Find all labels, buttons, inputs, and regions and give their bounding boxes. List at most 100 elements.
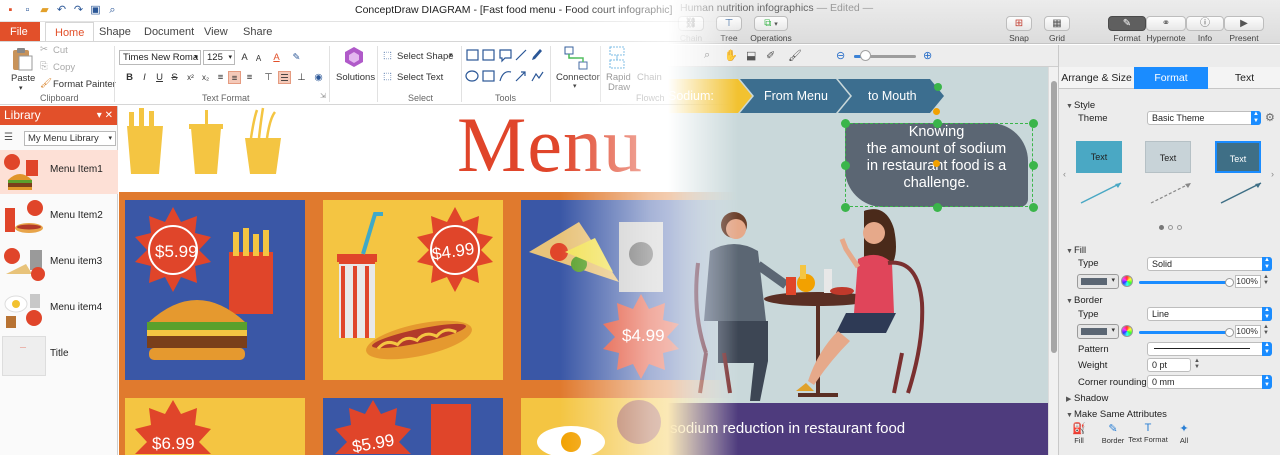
chevron-down-icon[interactable]: ▾ bbox=[449, 51, 453, 59]
border-section[interactable]: ▼Border bbox=[1066, 295, 1103, 306]
resize-handle[interactable] bbox=[1029, 203, 1038, 212]
drawing-canvas[interactable]: Menu $5.99 $4.99 $4.99 $6.99 $5.99 bbox=[119, 106, 760, 455]
stamp-icon[interactable]: ⬓ bbox=[746, 49, 756, 62]
pin-icon[interactable]: ▾ bbox=[97, 110, 102, 121]
copy-button[interactable]: Copy bbox=[53, 62, 75, 73]
page-dot-active[interactable] bbox=[1159, 225, 1164, 230]
paste-dropdown-icon[interactable]: ▾ bbox=[19, 84, 23, 92]
fill-opacity-slider[interactable] bbox=[1139, 281, 1231, 284]
tab-document[interactable]: Document bbox=[144, 22, 194, 42]
open-icon[interactable]: ▰ bbox=[38, 3, 51, 17]
library-item[interactable]: Menu Item1 bbox=[0, 150, 118, 194]
pattern-select[interactable]: ▲ ▼ bbox=[1147, 342, 1272, 356]
make-same-all-button[interactable]: ✦ All bbox=[1164, 422, 1204, 445]
theme-style-tile[interactable]: Text bbox=[1145, 141, 1191, 173]
library-item[interactable]: Menu item4 bbox=[0, 288, 118, 332]
library-item[interactable]: Menu item3 bbox=[0, 242, 118, 286]
tab-file[interactable]: File bbox=[0, 22, 40, 42]
print-preview-icon[interactable]: ⌕ bbox=[106, 3, 119, 17]
bold-icon[interactable]: B bbox=[123, 71, 136, 84]
chevron-right-icon[interactable]: › bbox=[1271, 169, 1274, 179]
fill-opacity-knob[interactable] bbox=[1225, 278, 1234, 287]
border-type-select[interactable]: Line ▲ ▼ bbox=[1147, 307, 1272, 321]
library-menu-icon[interactable]: ☰ bbox=[4, 132, 13, 143]
color-wheel-icon[interactable] bbox=[1121, 325, 1133, 337]
border-color-well[interactable]: ▾ bbox=[1077, 324, 1119, 339]
make-same-text-format-button[interactable]: T Text Format bbox=[1127, 422, 1169, 444]
vertical-scrollbar[interactable] bbox=[1048, 67, 1058, 455]
chain-button[interactable]: Chain bbox=[637, 72, 662, 83]
present-button[interactable]: ▶ bbox=[1224, 16, 1264, 31]
highlight-icon[interactable]: ✎ bbox=[290, 51, 303, 64]
theme-style-tile[interactable]: Text bbox=[1076, 141, 1122, 173]
dialog-launcher-icon[interactable]: ⇲ bbox=[320, 92, 326, 100]
select-shape-button[interactable]: Select Shape bbox=[397, 51, 454, 62]
tab-arrange-size[interactable]: Arrange & Size bbox=[1059, 67, 1134, 89]
theme-select[interactable]: Basic Theme ▲ ▼ bbox=[1147, 111, 1261, 125]
redo-icon[interactable]: ↷ bbox=[72, 3, 85, 17]
strikethrough-icon[interactable]: S bbox=[168, 71, 181, 84]
select-text-button[interactable]: Select Text bbox=[397, 72, 443, 83]
resize-handle[interactable] bbox=[1029, 119, 1038, 128]
zoom-out-icon[interactable]: ⊖ bbox=[836, 49, 845, 62]
font-size-select[interactable]: 125 ▾ bbox=[203, 50, 235, 65]
align-center-icon[interactable]: ≡ bbox=[228, 71, 241, 84]
fill-type-select[interactable]: Solid ▲ ▼ bbox=[1147, 257, 1272, 271]
paste-button[interactable]: Paste ▾ bbox=[8, 44, 36, 92]
gear-icon[interactable]: ⚙ bbox=[1265, 111, 1275, 124]
cut-button[interactable]: Cut bbox=[53, 45, 68, 56]
italic-icon[interactable]: I bbox=[138, 71, 151, 84]
subscript-icon[interactable]: x₂ bbox=[199, 71, 212, 84]
undo-icon[interactable]: ↶ bbox=[55, 3, 68, 17]
shadow-section[interactable]: ▶ Shadow bbox=[1066, 393, 1108, 404]
connector-button[interactable]: Connector ▾ bbox=[554, 44, 600, 90]
hand-icon[interactable]: ✋ bbox=[724, 49, 738, 62]
control-point-handle[interactable] bbox=[933, 108, 940, 115]
border-opacity-knob[interactable] bbox=[1225, 328, 1234, 337]
page-dot[interactable] bbox=[1168, 225, 1173, 230]
grow-font-icon[interactable]: A bbox=[238, 51, 251, 64]
snap-button[interactable]: ⊞ bbox=[1006, 16, 1032, 31]
info-button[interactable]: ⓘ bbox=[1186, 16, 1224, 31]
tab-format[interactable]: Format bbox=[1134, 67, 1208, 89]
border-opacity-field[interactable]: 100% bbox=[1235, 325, 1261, 338]
resize-handle[interactable] bbox=[841, 119, 850, 128]
mac-drawing-canvas[interactable]: Sodium: From Menu to Mouth Knowing the a… bbox=[668, 67, 1048, 455]
border-opacity-slider[interactable] bbox=[1139, 331, 1231, 334]
tab-text[interactable]: Text bbox=[1208, 67, 1280, 89]
resize-handle[interactable] bbox=[841, 161, 850, 170]
format-button[interactable]: ✎ bbox=[1108, 16, 1146, 31]
library-item[interactable]: — Title bbox=[0, 334, 118, 378]
align-right-icon[interactable]: ≡ bbox=[243, 71, 256, 84]
control-point-handle[interactable] bbox=[933, 160, 940, 167]
weight-field[interactable]: 0 pt bbox=[1147, 358, 1191, 372]
text-options-icon[interactable]: ◉ bbox=[312, 71, 325, 84]
fill-color-well[interactable]: ▾ bbox=[1077, 274, 1119, 289]
style-section[interactable]: ▼Style bbox=[1066, 100, 1095, 111]
shrink-font-icon[interactable]: A bbox=[252, 52, 265, 65]
close-icon[interactable]: ✕ bbox=[105, 110, 113, 121]
zoom-in-icon[interactable]: ⊕ bbox=[923, 49, 932, 62]
page-dot[interactable] bbox=[1177, 225, 1182, 230]
align-middle-icon[interactable]: ☰ bbox=[278, 71, 291, 84]
scrollbar-thumb[interactable] bbox=[1051, 81, 1057, 353]
tree-button[interactable]: ⊤ bbox=[716, 16, 742, 31]
align-bottom-icon[interactable]: ⊥ bbox=[295, 71, 308, 84]
stepper-icon[interactable]: ▲ ▼ bbox=[1194, 358, 1200, 370]
stepper-icon[interactable]: ▲ ▼ bbox=[1263, 324, 1269, 336]
search-icon[interactable]: ⌕ bbox=[704, 49, 710, 62]
solutions-button[interactable]: Solutions bbox=[334, 44, 375, 90]
superscript-icon[interactable]: x² bbox=[184, 71, 197, 84]
theme-style-tile-selected[interactable]: Text bbox=[1215, 141, 1261, 173]
tab-shape[interactable]: Shape bbox=[99, 22, 131, 42]
color-wheel-icon[interactable] bbox=[1121, 275, 1133, 287]
tab-share[interactable]: Share bbox=[243, 22, 272, 42]
align-left-icon[interactable]: ≡ bbox=[214, 71, 227, 84]
stepper-icon[interactable]: ▲ ▼ bbox=[1263, 274, 1269, 286]
library-item[interactable]: Menu Item2 bbox=[0, 196, 118, 240]
hypernote-button[interactable]: ⚭ bbox=[1146, 16, 1186, 31]
save-icon[interactable]: ▣ bbox=[89, 3, 102, 17]
zoom-slider-knob[interactable] bbox=[860, 50, 871, 61]
fill-section[interactable]: ▼Fill bbox=[1066, 245, 1086, 256]
format-brush-icon[interactable]: 🖌 bbox=[788, 49, 802, 62]
